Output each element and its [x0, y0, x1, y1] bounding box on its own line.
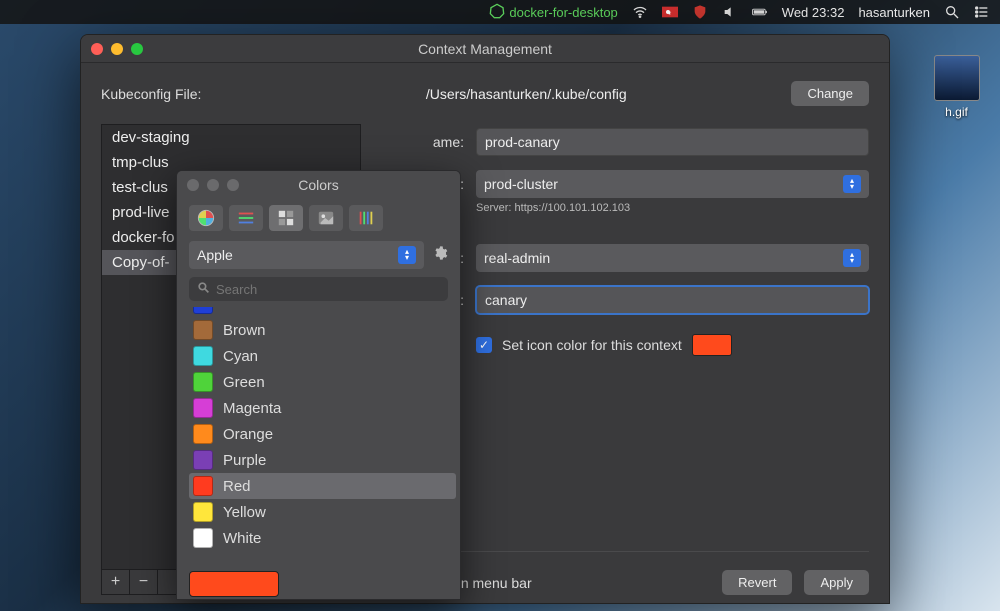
- kubeconfig-label: Kubeconfig File:: [101, 86, 261, 102]
- minimize-button[interactable]: [207, 179, 219, 191]
- window-titlebar[interactable]: Context Management: [81, 35, 889, 63]
- name-label: ame:: [376, 134, 464, 150]
- color-picker-tabs: [177, 199, 460, 241]
- color-name: Magenta: [223, 400, 281, 417]
- kubeconfig-path: /Users/hasanturken/.kube/config: [279, 86, 773, 102]
- color-name: Cyan: [223, 348, 258, 365]
- palette-source-select[interactable]: Apple ▴▾: [189, 241, 424, 269]
- namespace-input[interactable]: [476, 286, 869, 314]
- color-item-cutoff[interactable]: [189, 307, 456, 317]
- chevron-updown-icon: ▴▾: [398, 246, 416, 264]
- colors-titlebar[interactable]: Colors: [177, 171, 460, 199]
- search-icon: [197, 281, 210, 297]
- color-list[interactable]: Brown Cyan Green Magenta Orange Purple Red Yell…: [177, 307, 460, 565]
- color-item[interactable]: Orange: [189, 421, 456, 447]
- color-item[interactable]: Green: [189, 369, 456, 395]
- close-button[interactable]: [91, 43, 103, 55]
- pencils-tab[interactable]: [349, 205, 383, 231]
- color-name: Brown: [223, 322, 266, 339]
- colors-panel: Colors Apple ▴▾: [176, 170, 461, 600]
- user-value: real-admin: [484, 250, 550, 266]
- close-button[interactable]: [187, 179, 199, 191]
- list-icon[interactable]: [974, 4, 990, 20]
- zoom-button[interactable]: [227, 179, 239, 191]
- color-wheel-tab[interactable]: [189, 205, 223, 231]
- battery-icon[interactable]: [752, 4, 768, 20]
- color-name: Red: [223, 478, 251, 495]
- apply-button[interactable]: Apply: [804, 570, 869, 595]
- color-name: White: [223, 530, 261, 547]
- color-swatch: [193, 424, 213, 444]
- file-thumbnail-icon: [934, 55, 980, 101]
- color-name: Yellow: [223, 504, 266, 521]
- palette-source-value: Apple: [197, 247, 233, 263]
- color-swatch: [193, 450, 213, 470]
- color-sliders-tab[interactable]: [229, 205, 263, 231]
- color-palettes-tab[interactable]: [269, 205, 303, 231]
- color-swatch: [193, 307, 213, 314]
- color-item[interactable]: Red: [189, 473, 456, 499]
- chevron-updown-icon: ▴▾: [843, 249, 861, 267]
- color-item[interactable]: Magenta: [189, 395, 456, 421]
- menubar-datetime[interactable]: Wed 23:32: [782, 5, 845, 20]
- speaker-icon[interactable]: [722, 4, 738, 20]
- color-swatch: [193, 398, 213, 418]
- revert-button[interactable]: Revert: [722, 570, 792, 595]
- color-name: Purple: [223, 452, 266, 469]
- color-swatch: [193, 502, 213, 522]
- file-label: h.gif: [929, 105, 984, 119]
- color-search[interactable]: [189, 277, 448, 301]
- desktop-file[interactable]: h.gif: [929, 55, 984, 119]
- menubar-user[interactable]: hasanturken: [858, 5, 930, 20]
- color-swatch: [193, 346, 213, 366]
- color-name: Green: [223, 374, 265, 391]
- window-title: Context Management: [81, 41, 889, 57]
- color-item[interactable]: White: [189, 525, 456, 551]
- server-label: Server: https://100.101.102.103: [476, 202, 869, 214]
- color-swatch: [193, 476, 213, 496]
- k8s-icon: [489, 3, 505, 22]
- user-select[interactable]: real-admin ▴▾: [476, 244, 869, 272]
- cluster-value: prod-cluster: [484, 176, 558, 192]
- image-palettes-tab[interactable]: [309, 205, 343, 231]
- remove-context-button[interactable]: −: [130, 570, 158, 594]
- shield-icon[interactable]: [692, 4, 708, 20]
- name-input[interactable]: [476, 128, 869, 156]
- color-item[interactable]: Cyan: [189, 343, 456, 369]
- flag-icon[interactable]: [662, 4, 678, 20]
- color-item[interactable]: Yellow: [189, 499, 456, 525]
- zoom-button[interactable]: [131, 43, 143, 55]
- color-swatch: [193, 372, 213, 392]
- context-row[interactable]: dev-staging: [102, 125, 360, 150]
- search-icon[interactable]: [944, 4, 960, 20]
- set-color-label: Set icon color for this context: [502, 337, 682, 353]
- color-search-input[interactable]: [216, 282, 440, 297]
- traffic-lights: [91, 43, 143, 55]
- set-color-checkbox[interactable]: ✓: [476, 337, 492, 353]
- color-swatch-button[interactable]: [692, 334, 732, 356]
- gear-icon[interactable]: [432, 245, 448, 266]
- menubar-k8s-label: docker-for-desktop: [509, 5, 617, 20]
- color-swatch: [193, 320, 213, 340]
- color-swatch: [193, 528, 213, 548]
- color-name: Orange: [223, 426, 273, 443]
- change-button[interactable]: Change: [791, 81, 869, 106]
- color-item[interactable]: Purple: [189, 447, 456, 473]
- add-context-button[interactable]: +: [102, 570, 130, 594]
- minimize-button[interactable]: [111, 43, 123, 55]
- wifi-icon[interactable]: [632, 4, 648, 20]
- menubar-k8s-context[interactable]: docker-for-desktop: [489, 3, 617, 22]
- cluster-select[interactable]: prod-cluster ▴▾: [476, 170, 869, 198]
- chevron-updown-icon: ▴▾: [843, 175, 861, 193]
- macos-menubar: docker-for-desktop Wed 23:32 hasanturken: [0, 0, 1000, 24]
- selected-color-swatch[interactable]: [189, 571, 279, 597]
- color-item[interactable]: Brown: [189, 317, 456, 343]
